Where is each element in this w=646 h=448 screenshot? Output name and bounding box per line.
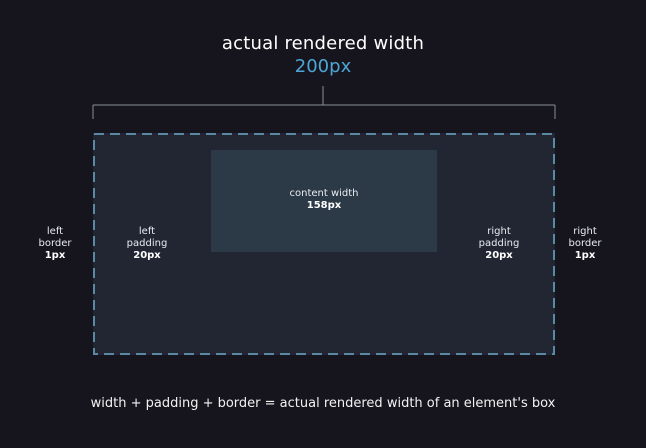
left-padding-value: 20px (133, 250, 161, 261)
content-width-label: content width 158px (211, 188, 437, 212)
left-padding-line2: padding (126, 238, 168, 249)
right-border-value: 1px (574, 250, 596, 261)
dashed-border-layer (93, 133, 555, 355)
right-border-line1: right (573, 226, 597, 237)
right-border-line2: border (568, 238, 602, 249)
right-padding-label: right padding 20px (469, 226, 529, 262)
left-border-line2: border (38, 238, 72, 249)
left-padding-label: left padding 20px (117, 226, 177, 262)
right-padding-value: 20px (485, 250, 513, 261)
right-padding-line1: right (487, 226, 511, 237)
content-width-text: content width (289, 188, 359, 199)
formula-caption: width + padding + border = actual render… (90, 396, 556, 411)
content-width-value: 158px (306, 200, 342, 211)
left-border-label: left border 1px (25, 226, 85, 262)
left-border-line1: left (46, 226, 64, 237)
left-padding-line1: left (138, 226, 156, 237)
right-border-label: right border 1px (555, 226, 615, 262)
left-border-value: 1px (44, 250, 66, 261)
right-padding-line2: padding (478, 238, 520, 249)
